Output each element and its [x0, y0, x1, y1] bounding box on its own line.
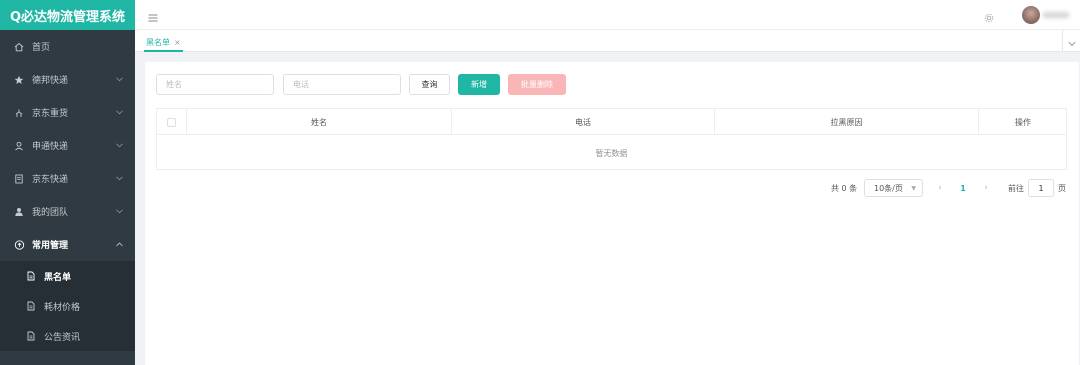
chevron-down-icon	[115, 75, 123, 83]
file-icon	[25, 330, 37, 342]
chevron-down-icon	[115, 108, 123, 116]
hanger-icon	[13, 107, 25, 119]
close-icon[interactable]: ×	[174, 38, 181, 47]
sidebar-item-label: 我的团队	[32, 208, 69, 218]
table-header: 姓名 电话 拉黑原因 操作	[157, 109, 1066, 135]
page-size-value: 10条/页	[874, 183, 903, 193]
sidebar-item-common-management[interactable]: 常用管理	[0, 228, 135, 261]
sidebar-item-label: 耗材价格	[44, 302, 81, 313]
gear-icon[interactable]	[983, 9, 995, 23]
goto-page-input[interactable]: 1	[1028, 179, 1054, 197]
current-page-number[interactable]: 1	[958, 179, 968, 197]
chevron-down-icon: ▼	[911, 185, 916, 192]
home-icon	[13, 41, 25, 53]
submenu-common-management: 黑名单 耗材价格 公告资讯	[0, 261, 135, 351]
chevron-down-icon	[1067, 32, 1076, 51]
sidebar-item-label: 京东快递	[32, 175, 69, 185]
sidebar-item-home[interactable]: 首页	[0, 30, 135, 63]
blacklist-table: 姓名 电话 拉黑原因 操作 暂无数据	[156, 108, 1067, 170]
sidebar-item-my-team[interactable]: 我的团队	[0, 195, 135, 228]
cloud-upload-icon	[13, 239, 25, 251]
app-root: Q必达物流管理系统 首页 德邦快递 京东重货 申通快递 京东快递 我的团队 常用…	[0, 0, 1080, 365]
tab-label: 黑名单	[146, 37, 170, 47]
sidebar-item-jd-heavy[interactable]: 京东重货	[0, 96, 135, 129]
column-header-actions: 操作	[1015, 117, 1031, 127]
select-all-cell	[157, 109, 187, 135]
sidebar-item-label: 首页	[32, 43, 51, 53]
query-button[interactable]: 查询	[409, 74, 450, 95]
tab-blacklist[interactable]: 黑名单 ×	[144, 34, 183, 52]
goto-label: 前往	[1008, 183, 1024, 193]
chevron-down-icon	[115, 174, 123, 182]
select-all-checkbox[interactable]	[167, 117, 176, 127]
sidebar-item-blacklist[interactable]: 黑名单	[0, 261, 135, 291]
sidebar-item-label: 公告资讯	[44, 332, 81, 343]
sidebar-item-debang[interactable]: 德邦快递	[0, 63, 135, 96]
chevron-down-icon	[115, 141, 123, 149]
avatar[interactable]	[1022, 6, 1040, 24]
sidebar: Q必达物流管理系统 首页 德邦快递 京东重货 申通快递 京东快递 我的团队 常用…	[0, 0, 135, 365]
sidebar-item-material-price[interactable]: 耗材价格	[0, 291, 135, 321]
sidebar-item-sto[interactable]: 申通快递	[0, 129, 135, 162]
main-content: 查询 新增 批量删除 姓名 电话 拉黑原因 操作 暂无数据 共 0 条 10条/…	[145, 62, 1079, 365]
sidebar-item-label: 德邦快递	[32, 76, 69, 86]
batch-delete-button[interactable]: 批量删除	[508, 74, 566, 95]
next-page-button[interactable]: ›	[981, 179, 991, 197]
sidebar-item-label: 常用管理	[32, 241, 69, 251]
pagination-total: 共 0 条	[831, 183, 858, 193]
phone-search-input[interactable]	[283, 74, 401, 95]
hamburger-menu-icon[interactable]	[147, 9, 159, 22]
file-icon	[25, 300, 37, 312]
prev-page-button[interactable]: ‹	[935, 179, 945, 197]
column-header-reason[interactable]: 拉黑原因	[715, 109, 979, 135]
page-unit-label: 页	[1058, 183, 1066, 193]
empty-state-text: 暂无数据	[595, 148, 628, 158]
app-logo: Q必达物流管理系统	[0, 0, 135, 30]
team-icon	[13, 206, 25, 218]
document-icon	[13, 173, 25, 185]
page-size-select[interactable]: 10条/页 ▼	[864, 179, 923, 197]
sidebar-item-label: 黑名单	[44, 272, 72, 283]
user-name-blurred[interactable]	[1043, 12, 1069, 18]
sidebar-item-label: 申通快递	[32, 142, 69, 152]
user-icon	[13, 140, 25, 152]
add-button[interactable]: 新增	[458, 74, 500, 95]
top-header	[135, 0, 1080, 30]
column-header-phone[interactable]: 电话	[452, 109, 715, 135]
sidebar-item-label: 京东重货	[32, 109, 69, 119]
chevron-up-icon	[115, 240, 123, 248]
name-search-input[interactable]	[156, 74, 274, 95]
chevron-down-icon	[115, 207, 123, 215]
file-icon	[25, 270, 37, 282]
star-icon	[13, 74, 25, 86]
sidebar-item-announcements[interactable]: 公告资讯	[0, 321, 135, 351]
sidebar-item-jd-express[interactable]: 京东快递	[0, 162, 135, 195]
column-header-name[interactable]: 姓名	[187, 109, 452, 135]
tabs-dropdown-button[interactable]	[1062, 30, 1080, 52]
tabs-bar: 黑名单 ×	[135, 30, 1080, 52]
